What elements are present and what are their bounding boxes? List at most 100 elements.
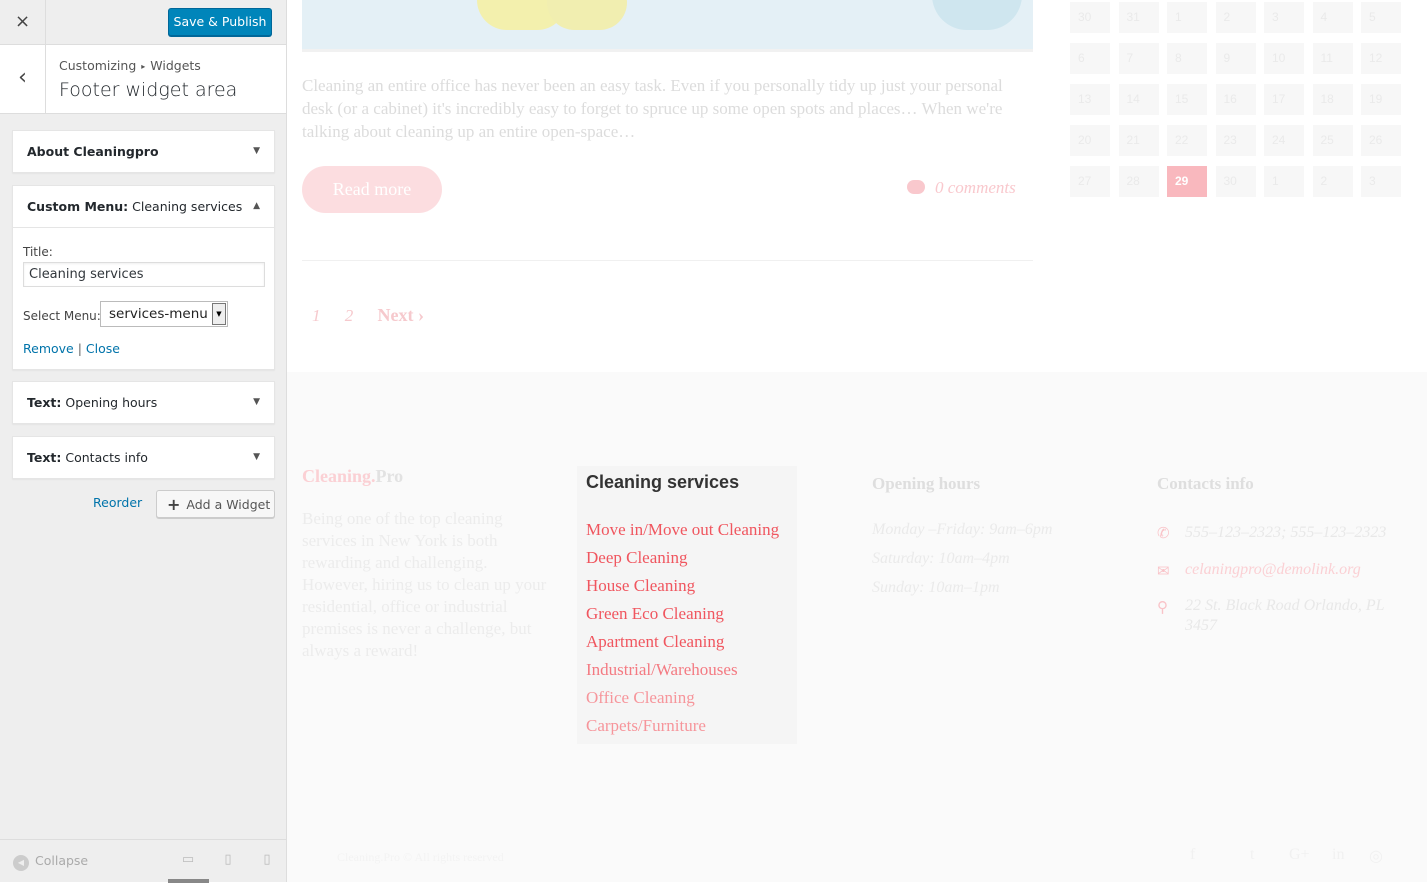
select-menu-dropdown[interactable]: services-menu ▼ — [100, 301, 228, 327]
tablet-preview-icon[interactable]: ▯ — [220, 852, 236, 868]
menu-link[interactable]: Move in/Move out Cleaning — [586, 520, 779, 540]
widget-text-contacts-info[interactable]: Text: Contacts info ▼ — [12, 436, 275, 479]
expand-arrow-icon[interactable]: ▼ — [253, 437, 260, 478]
calendar-day[interactable]: 15 — [1167, 84, 1207, 115]
add-widget-button[interactable]: + Add a Widget — [156, 490, 275, 518]
instagram-icon[interactable]: ◎ — [1369, 846, 1383, 866]
reorder-link[interactable]: Reorder — [93, 495, 142, 510]
next-page-link[interactable]: Next › — [378, 305, 424, 325]
customizer-header: × Save & Publish — [0, 0, 286, 45]
expand-arrow-icon[interactable]: ▼ — [253, 131, 260, 172]
back-icon[interactable]: ‹ — [0, 45, 46, 114]
calendar-day[interactable]: 14 — [1118, 84, 1159, 115]
collapse-button[interactable]: ◀ Collapse — [13, 853, 88, 871]
calendar-day[interactable]: 19 — [1361, 84, 1401, 115]
calendar-day[interactable]: 10 — [1264, 43, 1304, 74]
calendar-day[interactable]: 21 — [1118, 125, 1159, 156]
calendar-day[interactable]: 3 — [1361, 166, 1401, 197]
widget-kind: Text: — [27, 450, 62, 465]
breadcrumb: Customizing ▸ Widgets — [59, 58, 201, 73]
post-image — [302, 0, 1033, 52]
calendar-day[interactable]: 17 — [1264, 84, 1304, 115]
calendar-day[interactable]: 2 — [1215, 2, 1256, 33]
save-publish-button[interactable]: Save & Publish — [168, 8, 272, 36]
widget-header[interactable]: Custom Menu: Cleaning services ▲ — [13, 186, 274, 227]
read-more-button[interactable]: Read more — [302, 166, 442, 213]
calendar-day[interactable]: 26 — [1361, 125, 1401, 156]
calendar-day[interactable]: 7 — [1118, 43, 1159, 74]
calendar-day[interactable]: 25 — [1312, 125, 1353, 156]
collapse-arrow-icon[interactable]: ▲ — [253, 186, 260, 227]
calendar-day[interactable]: 9 — [1215, 43, 1256, 74]
calendar-day[interactable]: 1 — [1264, 166, 1304, 197]
page-link[interactable]: 1 — [312, 306, 321, 325]
comments-link[interactable]: 0 comments — [907, 178, 1016, 198]
expand-arrow-icon[interactable]: ▼ — [253, 382, 260, 423]
divider — [302, 260, 1033, 261]
calendar-day[interactable]: 3 — [1264, 2, 1304, 33]
collapse-label: Collapse — [35, 853, 89, 868]
calendar-day[interactable]: 12 — [1361, 43, 1401, 74]
calendar-day[interactable]: 5 — [1361, 2, 1401, 33]
calendar-day[interactable]: 29 — [1167, 166, 1207, 197]
menu-link[interactable]: Deep Cleaning — [586, 548, 688, 568]
phone-text: 555–123–2323; 555–123–2323 — [1185, 524, 1387, 541]
widget-about-cleaningpro[interactable]: About Cleaningpro ▼ — [12, 130, 275, 173]
calendar-day[interactable]: 24 — [1264, 125, 1304, 156]
calendar-day[interactable]: 30 — [1070, 2, 1110, 33]
menu-link[interactable]: Carpets/Furniture — [586, 716, 706, 736]
email-link[interactable]: celaningpro@demolink.org — [1185, 560, 1415, 580]
section-title: Footer widget area — [59, 79, 238, 101]
location-pin-icon: ⚲ — [1157, 600, 1168, 616]
calendar-day[interactable]: 30 — [1215, 166, 1256, 197]
calendar-day[interactable]: 13 — [1070, 84, 1110, 115]
calendar-day[interactable]: 2 — [1312, 166, 1353, 197]
menu-link[interactable]: Apartment Cleaning — [586, 632, 724, 652]
menu-link[interactable]: Office Cleaning — [586, 688, 695, 708]
linkedin-icon[interactable]: in — [1332, 846, 1344, 864]
calendar-day[interactable]: 8 — [1167, 43, 1207, 74]
widget-header[interactable]: Text: Contacts info ▼ — [13, 437, 274, 478]
desktop-preview-icon[interactable]: ▭ — [180, 852, 196, 868]
calendar-day[interactable]: 4 — [1312, 2, 1353, 33]
remove-link[interactable]: Remove — [23, 341, 74, 356]
select-menu-value: services-menu — [109, 306, 208, 322]
dropdown-arrow-icon[interactable]: ▼ — [212, 303, 226, 325]
calendar-day[interactable]: 20 — [1070, 125, 1110, 156]
widget-header[interactable]: About Cleaningpro ▼ — [13, 131, 274, 172]
google-plus-icon[interactable]: G+ — [1289, 846, 1310, 864]
widget-custom-menu[interactable]: Custom Menu: Cleaning services ▲ Title: … — [12, 185, 275, 370]
widget-name: Opening hours — [65, 395, 158, 410]
image-shape — [932, 0, 1022, 30]
calendar-day[interactable]: 31 — [1118, 2, 1159, 33]
menu-link[interactable]: House Cleaning — [586, 576, 695, 596]
widget-name: Cleaning services — [132, 199, 243, 214]
menu-link[interactable]: Industrial/Warehouses — [586, 660, 738, 680]
facebook-icon[interactable]: f — [1190, 846, 1195, 864]
page-link[interactable]: 2 — [345, 306, 354, 325]
widget-header[interactable]: Text: Opening hours ▼ — [13, 382, 274, 423]
close-link[interactable]: Close — [86, 341, 120, 356]
calendar-day[interactable]: 11 — [1312, 43, 1353, 74]
comment-bubble-icon — [907, 180, 925, 194]
close-icon[interactable]: × — [0, 0, 46, 45]
calendar-day[interactable]: 22 — [1167, 125, 1207, 156]
title-input[interactable]: Cleaning services — [23, 262, 265, 287]
calendar-day[interactable]: 16 — [1215, 84, 1256, 115]
site-logo[interactable]: Cleaning.Pro — [302, 466, 403, 487]
menu-link[interactable]: Green Eco Cleaning — [586, 604, 724, 624]
calendar-day[interactable]: 23 — [1215, 125, 1256, 156]
calendar-day[interactable]: 6 — [1070, 43, 1110, 74]
twitter-icon[interactable]: t — [1250, 846, 1254, 864]
calendar-day[interactable]: 1 — [1167, 2, 1207, 33]
phone-icon: ✆ — [1157, 526, 1170, 542]
calendar-day[interactable]: 28 — [1118, 166, 1159, 197]
active-device-indicator — [168, 879, 209, 883]
email-icon: ✉ — [1157, 564, 1170, 580]
breadcrumb-customizing: Customizing — [59, 58, 137, 73]
calendar-day[interactable]: 27 — [1070, 166, 1110, 197]
widget-text-opening-hours[interactable]: Text: Opening hours ▼ — [12, 381, 275, 424]
menu-widget-title: Cleaning services — [586, 472, 740, 492]
calendar-day[interactable]: 18 — [1312, 84, 1353, 115]
mobile-preview-icon[interactable]: ▯ — [259, 852, 275, 868]
